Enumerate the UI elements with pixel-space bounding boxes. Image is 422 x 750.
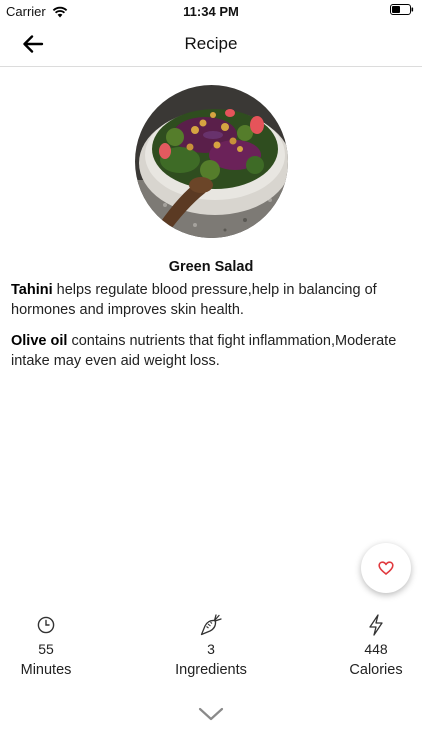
stat-ingredients: 3 Ingredients bbox=[151, 613, 271, 678]
ingredient-description: Tahini helps regulate blood pressure,hel… bbox=[11, 281, 411, 320]
chevron-down-icon[interactable] bbox=[196, 704, 226, 724]
stat-label: Ingredients bbox=[175, 662, 247, 678]
nav-bar: Recipe bbox=[0, 22, 422, 67]
stat-value: 55 bbox=[38, 641, 54, 657]
ingredient-description: Olive oil contains nutrients that fight … bbox=[11, 332, 411, 371]
ingredient-name: Tahini bbox=[11, 282, 53, 298]
status-bar: Carrier 11:34 PM bbox=[0, 0, 422, 22]
lightning-icon bbox=[369, 614, 383, 636]
carrot-icon bbox=[200, 614, 222, 636]
salad-bowl-image bbox=[135, 85, 288, 238]
page-title: Recipe bbox=[184, 34, 238, 53]
heart-icon bbox=[378, 561, 394, 575]
favorite-button[interactable] bbox=[361, 543, 411, 593]
stat-label: Minutes bbox=[20, 662, 72, 678]
recipe-image bbox=[135, 85, 288, 238]
ingredient-text: contains nutrients that fight inflammati… bbox=[11, 333, 397, 369]
clock-icon bbox=[37, 616, 55, 634]
ingredient-name: Olive oil bbox=[11, 333, 68, 349]
ingredient-text: helps regulate blood pressure,help in ba… bbox=[11, 282, 377, 318]
battery-icon bbox=[390, 4, 414, 15]
stat-calories: 448 Calories bbox=[316, 613, 422, 678]
stat-value: 3 bbox=[207, 641, 215, 657]
stat-minutes: 55 Minutes bbox=[0, 613, 106, 678]
status-time: 11:34 PM bbox=[183, 4, 239, 19]
recipe-name: Green Salad bbox=[168, 259, 254, 275]
stat-label: Calories bbox=[349, 662, 403, 678]
stat-value: 448 bbox=[364, 641, 388, 657]
